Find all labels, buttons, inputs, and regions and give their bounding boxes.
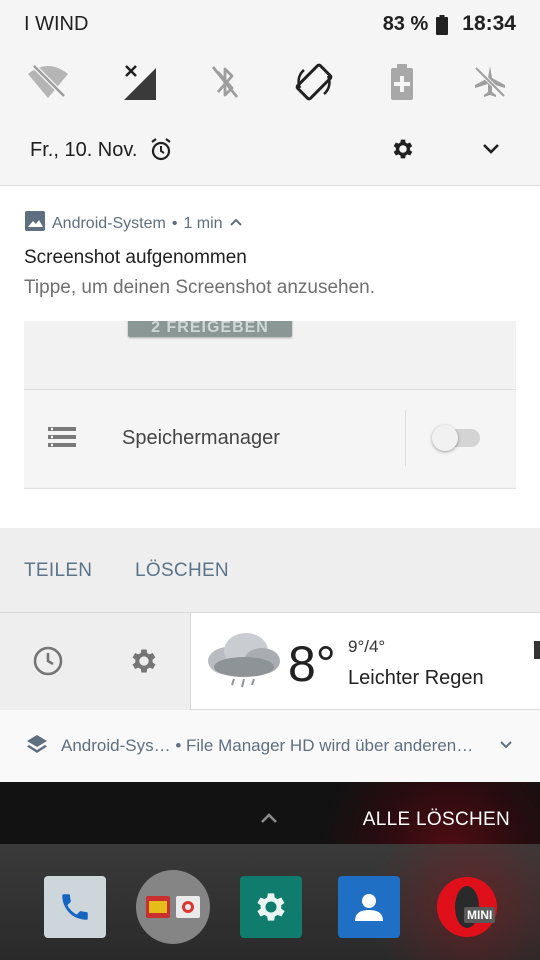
alarm-clock-icon[interactable] — [150, 138, 172, 167]
clock-icon[interactable] — [32, 645, 64, 682]
notification-actions: TEILEN LÖSCHEN — [0, 528, 540, 612]
weather-controls — [0, 613, 191, 710]
chevron-down-icon[interactable] — [498, 738, 514, 756]
layers-icon — [26, 733, 48, 760]
phone-app-icon[interactable] — [44, 876, 106, 938]
status-right: 83 % 18:34 — [383, 12, 516, 36]
screenshot-notification[interactable]: Android-System • 1 min Screenshot aufgen… — [0, 186, 540, 612]
settings-app-icon[interactable] — [240, 876, 302, 938]
clock: 18:34 — [462, 12, 516, 35]
battery-saver-icon[interactable] — [378, 58, 426, 106]
clear-all-button[interactable]: ALLE LÖSCHEN — [363, 809, 510, 831]
file-manager-notification[interactable]: Android-Sys… • File Manager HD wird über… — [0, 710, 540, 782]
image-icon — [24, 210, 46, 237]
chevron-down-icon[interactable] — [480, 140, 502, 163]
share-button[interactable]: TEILEN — [24, 560, 92, 582]
weather-description: Leichter Regen — [348, 667, 484, 689]
weather-settings-gear-icon[interactable] — [128, 645, 160, 682]
weather-next-edge — [534, 641, 540, 659]
preview-separator — [405, 410, 406, 466]
status-bar: I WIND 83 % 18:34 — [0, 0, 540, 50]
opera-mini-app-icon[interactable]: MINI — [434, 874, 500, 940]
collapsed-notification-text: Android-Sys… • File Manager HD wird über… — [61, 736, 474, 755]
home-dock: MINI — [0, 844, 540, 960]
gallery-folder-icon[interactable] — [136, 870, 210, 944]
date-row: Fr., 10. Nov. — [0, 128, 540, 172]
notification-text: Tippe, um deinen Screenshot anzusehen. — [24, 277, 376, 298]
weather-widget[interactable]: 8° 9°/4° Leichter Regen — [0, 612, 540, 710]
notification-separator: • — [171, 214, 178, 232]
rain-cloud-icon — [204, 627, 282, 696]
notification-age: 1 min — [183, 214, 223, 232]
airplane-mode-icon[interactable] — [466, 58, 514, 106]
auto-rotate-icon[interactable] — [290, 58, 338, 106]
mobile-data-off-icon[interactable] — [114, 58, 162, 106]
chevron-up-icon[interactable] — [229, 215, 243, 233]
contacts-app-icon[interactable] — [338, 876, 400, 938]
notification-title: Screenshot aufgenommen — [24, 247, 247, 268]
toggle-knob — [432, 425, 458, 451]
battery-icon — [436, 14, 449, 35]
notification-app-name: Android-System — [52, 214, 166, 232]
preview-storage-row: Speichermanager — [24, 390, 516, 487]
storage-list-icon — [48, 426, 76, 453]
settings-gear-icon[interactable] — [390, 136, 416, 167]
weather-high-low: 9°/4° — [348, 637, 386, 656]
carrier-label: I WIND — [24, 13, 89, 35]
bluetooth-off-icon[interactable] — [201, 58, 249, 106]
date-label[interactable]: Fr., 10. Nov. — [30, 139, 137, 162]
wifi-off-icon[interactable] — [24, 58, 72, 106]
preview-share-button: 2 FREIGEBEN — [128, 321, 292, 337]
preview-row-label: Speichermanager — [122, 427, 280, 449]
opera-mini-label: MINI — [464, 907, 496, 923]
notification-header: Android-System • 1 min — [24, 210, 243, 237]
delete-button[interactable]: LÖSCHEN — [135, 560, 229, 582]
battery-percent: 83 % — [382, 12, 429, 35]
chevron-up-icon[interactable] — [258, 810, 280, 831]
clear-all-bar: ALLE LÖSCHEN — [0, 782, 540, 844]
quick-settings-panel: I WIND 83 % 18:34 Fr., 10. Nov. — [0, 0, 540, 186]
quick-settings-tiles — [0, 58, 540, 108]
screenshot-preview[interactable]: 2 FREIGEBEN Speichermanager — [24, 321, 516, 489]
weather-temperature: 8° — [288, 636, 336, 692]
preview-toggle — [432, 425, 480, 451]
